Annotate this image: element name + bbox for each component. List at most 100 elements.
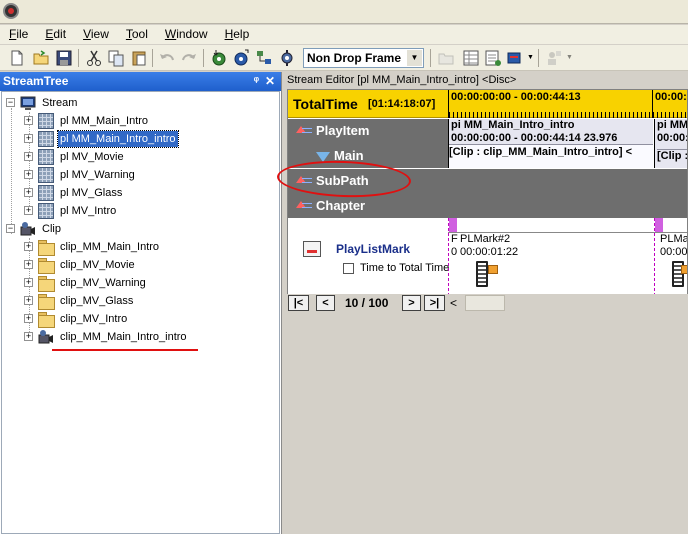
tree-label: pl MV_Glass	[60, 187, 123, 199]
insert-list-icon[interactable]	[484, 49, 502, 67]
tree-node-clip-item[interactable]: + clip_MV_Glass	[24, 292, 274, 310]
tree-node-clip-item[interactable]: + clip_MV_Warning	[24, 274, 274, 292]
copy-icon[interactable]	[107, 49, 125, 67]
mark-flag-icon[interactable]	[449, 218, 457, 232]
menu-window[interactable]: Window	[156, 25, 216, 44]
menu-view[interactable]: View	[74, 25, 117, 44]
tree-node-clip-item[interactable]: + clip_MM_Main_Intro_intro	[24, 328, 274, 346]
user-tool-icon[interactable]	[545, 49, 563, 67]
expand-icon[interactable]: +	[24, 314, 33, 323]
menu-tool[interactable]: Tool	[117, 25, 156, 44]
undo-icon[interactable]	[158, 49, 176, 67]
flag-icon	[681, 265, 687, 274]
tree-node-playlist[interactable]: + pl MV_Movie	[24, 148, 274, 166]
tree-label: clip_MM_Main_Intro_intro	[60, 331, 187, 343]
tree-node-clip-item[interactable]: + clip_MM_Main_Intro	[24, 238, 274, 256]
stream-editor: TotalTime [01:14:18:07] 00:00:00:00 - 00…	[287, 89, 688, 295]
playlist-mark-time: 00:00:	[660, 246, 688, 258]
expand-icon[interactable]: +	[24, 134, 33, 143]
table-grid-icon[interactable]	[462, 49, 480, 67]
new-file-icon[interactable]	[8, 49, 26, 67]
disc-export-icon[interactable]	[232, 49, 250, 67]
expand-icon[interactable]: +	[24, 206, 33, 215]
time-ruler	[449, 105, 654, 118]
expand-icon[interactable]: +	[24, 260, 33, 269]
chevron-down-icon[interactable]: ▼	[566, 49, 574, 67]
expand-icon[interactable]: +	[24, 278, 33, 287]
menu-edit[interactable]: Edit	[36, 25, 74, 44]
expand-icon[interactable]: +	[24, 152, 33, 161]
time-range-1[interactable]: 00:00:00:00 - 00:00:44:13	[448, 90, 654, 118]
tree-node-clip-item[interactable]: + clip_MV_Intro	[24, 310, 274, 328]
time-to-total-checkbox[interactable]	[343, 263, 354, 274]
cut-icon[interactable]	[85, 49, 103, 67]
section-label: PlayItem	[316, 123, 370, 138]
tree-node-playlist[interactable]: + pl MM_Main_Intro	[24, 112, 274, 130]
stream-tree: − Stream + pl MM_Main_Intro + pl MM_Main…	[1, 91, 280, 534]
tree-node-playlist[interactable]: + pl MV_Intro	[24, 202, 274, 220]
frame-mode-select[interactable]: Non Drop Frame ▼	[303, 48, 424, 68]
disc-import-icon[interactable]	[210, 49, 228, 67]
expand-icon[interactable]: +	[24, 188, 33, 197]
chevron-down-icon[interactable]: ▼	[407, 50, 422, 66]
monitor-icon	[20, 96, 36, 110]
playitem-section[interactable]: PlayItem	[288, 119, 448, 144]
stream-tree-title: StreamTree	[3, 74, 69, 88]
playlist-mark-name[interactable]: PLMark#2	[460, 233, 510, 245]
tree-node-playlist[interactable]: + pl MV_Warning	[24, 166, 274, 184]
tree-label: clip_MV_Glass	[60, 295, 134, 307]
playlist-mark-time: 00:00:01:22	[460, 246, 519, 258]
toolbar-separator	[152, 49, 153, 67]
redo-icon[interactable]	[180, 49, 198, 67]
expand-icon[interactable]: +	[24, 332, 33, 341]
mark-prefix: F	[451, 233, 458, 245]
expand-icon[interactable]: +	[24, 170, 33, 179]
triangle-down-icon[interactable]	[316, 152, 330, 162]
main-section[interactable]: Main	[288, 144, 448, 168]
expand-icon[interactable]: +	[24, 116, 33, 125]
section-label: Main	[334, 148, 364, 163]
first-page-button[interactable]: |<	[288, 295, 309, 311]
menu-file[interactable]: File	[0, 25, 36, 44]
play-item-cell[interactable]: pi MM_ 00:00: [Clip :	[654, 119, 687, 168]
expand-icon[interactable]: +	[24, 296, 33, 305]
next-page-button[interactable]: >	[402, 295, 421, 311]
chapter-section[interactable]: Chapter	[288, 194, 687, 218]
time-range-text: 00:00:00:00 - 00:00:44:13	[451, 91, 581, 103]
time-range-2[interactable]: 00:00:	[652, 90, 687, 118]
playlist-mark-name[interactable]: PLMar	[660, 233, 687, 245]
tree-node-stream[interactable]: − Stream	[6, 94, 276, 112]
playlist-mark-icon	[303, 241, 321, 257]
paste-icon[interactable]	[130, 49, 148, 67]
mark-flag-icon[interactable]	[655, 218, 663, 232]
menu-help[interactable]: Help	[216, 25, 258, 44]
chevron-down-icon[interactable]: ▼	[527, 49, 535, 67]
prev-page-button[interactable]: <	[316, 295, 335, 311]
page-navigation: |< < 10 / 100 > >| <	[287, 294, 688, 312]
collapse-icon[interactable]: −	[6, 224, 15, 233]
scroll-left-icon[interactable]: <	[450, 296, 457, 310]
last-page-button[interactable]: >|	[424, 295, 445, 311]
add-folder-icon[interactable]	[437, 49, 455, 67]
horizontal-scrollbar-thumb[interactable]	[465, 295, 505, 311]
toolbar-separator	[538, 49, 539, 67]
film-strip-icon[interactable]	[476, 261, 488, 287]
pin-icon[interactable]: ᵠ	[254, 72, 259, 91]
subpath-section[interactable]: SubPath	[288, 169, 687, 194]
save-icon[interactable]	[55, 49, 73, 67]
layout-dropdown-icon[interactable]	[507, 49, 525, 67]
tree-node-clip[interactable]: − Clip	[6, 220, 276, 238]
tree-label: Stream	[42, 97, 78, 109]
settings-gear-icon[interactable]	[278, 49, 296, 67]
open-folder-icon[interactable]	[32, 49, 50, 67]
network-icon[interactable]	[255, 49, 273, 67]
play-item-cell[interactable]: pi MM_Main_Intro_intro 00:00:00:00 - 00:…	[448, 119, 653, 168]
tree-label: clip_MV_Warning	[60, 277, 146, 289]
expand-icon[interactable]: +	[24, 242, 33, 251]
tree-node-playlist[interactable]: + pl MM_Main_Intro_intro	[24, 130, 274, 148]
collapse-icon[interactable]: −	[6, 98, 15, 107]
close-icon[interactable]: ✕	[265, 72, 275, 91]
tree-node-playlist[interactable]: + pl MV_Glass	[24, 184, 274, 202]
tree-node-clip-item[interactable]: + clip_MV_Movie	[24, 256, 274, 274]
section-bars-icon	[302, 128, 312, 133]
